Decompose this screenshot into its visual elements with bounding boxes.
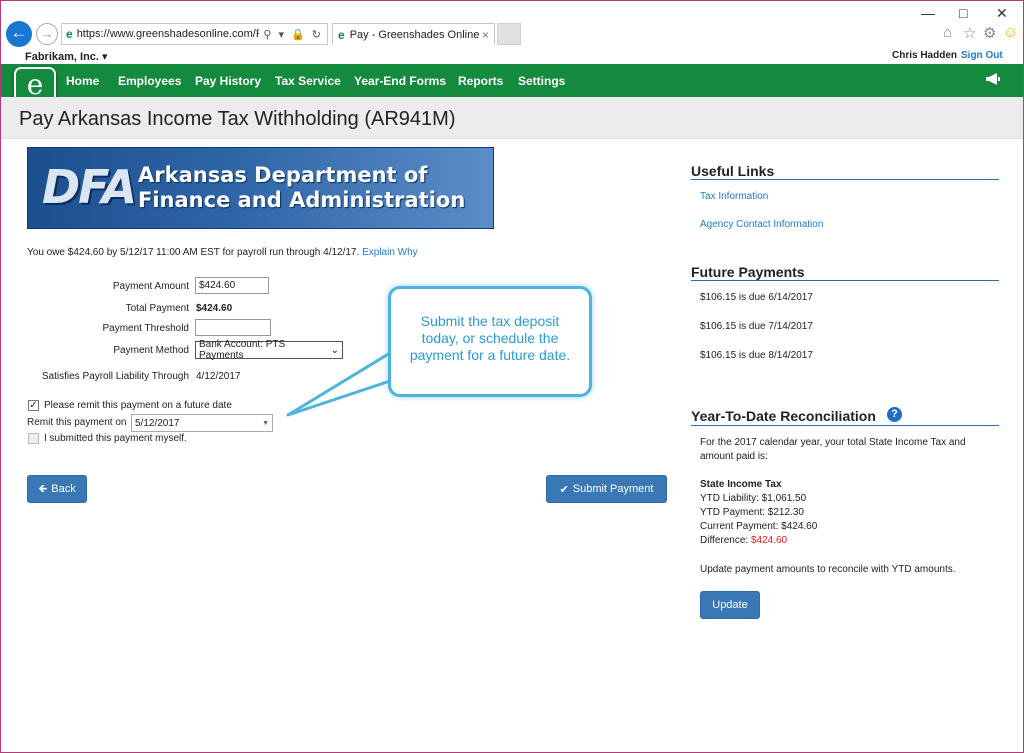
- sign-out-link[interactable]: Sign Out: [961, 50, 1003, 61]
- nav-employees[interactable]: Employees: [118, 74, 181, 88]
- back-arrow-icon[interactable]: ←: [6, 21, 32, 47]
- browser-tab[interactable]: e Pay - Greenshades Online ×: [332, 23, 495, 45]
- future-payment-item: $106.15 is due 8/14/2017: [700, 350, 813, 361]
- tab-title: Pay - Greenshades Online: [349, 28, 480, 41]
- banner-line-1: Arkansas Department of: [138, 163, 428, 187]
- settings-gear-icon[interactable]: ⚙: [983, 24, 996, 42]
- home-icon[interactable]: ⌂: [943, 24, 952, 41]
- banner-line-2: Finance and Administration: [138, 188, 466, 212]
- nav-home[interactable]: Home: [66, 74, 99, 88]
- update-note: Update payment amounts to reconcile with…: [700, 564, 956, 575]
- ytd-rule: [691, 425, 999, 426]
- future-payment-item: $106.15 is due 6/14/2017: [700, 292, 813, 303]
- new-tab-button[interactable]: [497, 23, 521, 45]
- future-date-checkbox[interactable]: ✓: [28, 400, 39, 411]
- close-tab-icon[interactable]: ×: [482, 28, 489, 42]
- submit-payment-label: Submit Payment: [572, 483, 654, 495]
- amount-owed-text: You owe $424.60 by 5/12/17 11:00 AM EST …: [27, 247, 360, 258]
- satisfies-through-value: 4/12/2017: [196, 371, 241, 382]
- nav-reports[interactable]: Reports: [458, 74, 503, 88]
- url-text: https://www.greenshadesonline.com/FileF: [76, 28, 260, 40]
- useful-links-heading: Useful Links: [691, 163, 775, 179]
- remit-date-label: Remit this payment on: [27, 417, 127, 428]
- greenshades-favicon-icon: e: [338, 27, 345, 42]
- ytd-section-title: State Income Tax: [700, 479, 782, 490]
- maximize-icon[interactable]: □: [959, 5, 967, 21]
- self-submitted-label: I submitted this payment myself.: [44, 433, 187, 444]
- nav-settings[interactable]: Settings: [518, 74, 565, 88]
- submit-payment-button[interactable]: ✔ Submit Payment: [546, 475, 667, 503]
- close-window-icon[interactable]: ✕: [996, 5, 1008, 22]
- dfa-logo-text: DFA: [42, 160, 137, 214]
- future-date-label: Please remit this payment on a future da…: [44, 400, 232, 411]
- nav-tax-service[interactable]: Tax Service: [275, 74, 341, 88]
- checkmark-icon: ✔: [559, 483, 569, 496]
- megaphone-icon[interactable]: [985, 72, 1001, 89]
- question-help-icon[interactable]: ?: [887, 407, 902, 422]
- address-bar[interactable]: e https://www.greenshadesonline.com/File…: [61, 23, 328, 45]
- payment-amount-label: Payment Amount: [112, 281, 189, 292]
- satisfies-through-label: Satisfies Payroll Liability Through: [41, 371, 189, 382]
- nav-year-end-forms[interactable]: Year-End Forms: [354, 74, 446, 88]
- explain-why-link[interactable]: Explain Why: [362, 247, 418, 258]
- payment-threshold-input[interactable]: [195, 319, 271, 336]
- total-payment-label: Total Payment: [125, 303, 189, 314]
- back-button-label: Back: [51, 483, 76, 495]
- difference-value: $424.60: [750, 535, 788, 546]
- company-name: Fabrikam, Inc.: [25, 51, 99, 63]
- tax-information-link[interactable]: Tax Information: [700, 191, 768, 202]
- callout-pointer: [286, 351, 391, 417]
- remit-date-value: 5/12/2017: [135, 417, 180, 429]
- payment-method-label: Payment Method: [113, 345, 189, 356]
- ytd-reconciliation-heading: Year-To-Date Reconciliation: [691, 408, 876, 424]
- payment-threshold-label: Payment Threshold: [102, 323, 189, 334]
- agency-contact-link[interactable]: Agency Contact Information: [700, 219, 823, 230]
- dfa-banner-image: DFA Arkansas Department of Finance and A…: [27, 147, 494, 229]
- browser-chrome: — □ ✕ ← → e https://www.greenshadesonlin…: [1, 1, 1023, 49]
- callout-text: Submit the tax deposit today, or schedul…: [409, 313, 571, 363]
- ytd-liability: YTD Liability: $1,061.50: [700, 493, 807, 504]
- ytd-payment: YTD Payment: $212.30: [700, 507, 804, 518]
- user-name: Chris Hadden: [892, 50, 958, 61]
- minimize-icon[interactable]: —: [921, 5, 935, 21]
- caret-down-icon: ▼: [262, 419, 269, 427]
- arrow-left-icon: 🡸: [38, 482, 48, 495]
- future-payments-rule: [691, 280, 999, 281]
- amount-owed-notice: You owe $424.60 by 5/12/17 11:00 AM EST …: [27, 247, 418, 258]
- page-title: Pay Arkansas Income Tax Withholding (AR9…: [19, 108, 456, 130]
- difference-label: Difference:: [700, 535, 751, 546]
- smiley-feedback-icon[interactable]: ☺: [1003, 24, 1018, 41]
- future-payment-item: $106.15 is due 7/14/2017: [700, 321, 813, 332]
- update-button-label: Update: [712, 599, 748, 611]
- caret-down-icon: ▾: [102, 51, 108, 63]
- address-bar-icons[interactable]: ⚲ ▾ 🔒 ↻: [263, 28, 323, 41]
- remit-date-picker[interactable]: 5/12/2017 ▼: [131, 414, 273, 432]
- self-submitted-checkbox[interactable]: [28, 433, 39, 444]
- current-payment: Current Payment: $424.60: [700, 521, 818, 532]
- forward-arrow-icon[interactable]: →: [36, 23, 58, 45]
- payment-amount-input[interactable]: [195, 277, 269, 294]
- favorites-star-icon[interactable]: ☆: [963, 24, 976, 42]
- tip-callout: Submit the tax deposit today, or schedul…: [388, 286, 592, 397]
- ytd-intro-text: For the 2017 calendar year, your total S…: [700, 437, 966, 462]
- total-payment-value: $424.60: [196, 303, 233, 314]
- greenshades-favicon-icon: e: [66, 27, 73, 41]
- company-selector[interactable]: Fabrikam, Inc. ▾: [25, 50, 108, 63]
- update-button[interactable]: Update: [700, 591, 760, 619]
- back-button[interactable]: 🡸 Back: [27, 475, 87, 503]
- difference-row: Difference: $424.60: [700, 535, 787, 546]
- useful-links-rule: [691, 179, 999, 180]
- future-payments-heading: Future Payments: [691, 264, 805, 280]
- nav-pay-history[interactable]: Pay History: [195, 74, 261, 88]
